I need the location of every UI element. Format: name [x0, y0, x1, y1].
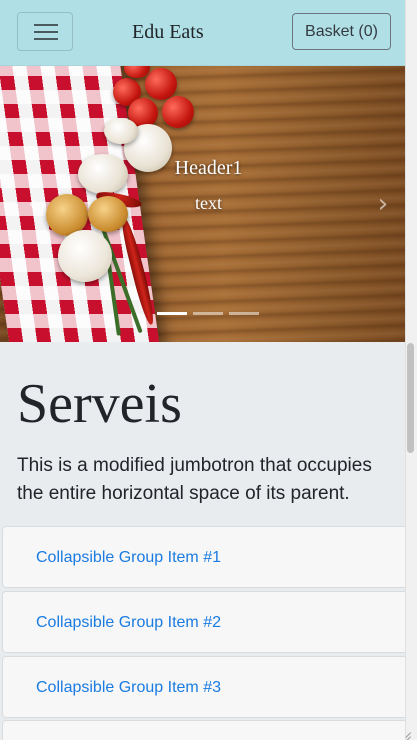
navbar: Edu Eats Basket (0): [0, 0, 405, 66]
accordion-item: Collapsible Group Item #3: [2, 656, 414, 718]
navbar-toggler-button[interactable]: [17, 12, 73, 51]
carousel-indicator[interactable]: [157, 312, 187, 315]
scrollbar-thumb[interactable]: [407, 343, 414, 453]
jumbotron-lead-text: This is a modified jumbotron that occupi…: [17, 455, 372, 504]
accordion-item-link-1[interactable]: Collapsible Group Item #1: [36, 549, 221, 567]
tomato-image: [162, 96, 194, 128]
hero-carousel: Header1 text ‹ ›: [0, 66, 405, 342]
tomato-image: [145, 68, 177, 100]
accordion-item: Collapsible Group Item #1: [2, 526, 414, 588]
mushroom-image: [104, 118, 138, 144]
chevron-right-icon: ›: [377, 189, 389, 219]
carousel-indicators: [157, 312, 262, 316]
brand-link[interactable]: Edu Eats: [132, 21, 204, 44]
accordion-item-link-3[interactable]: Collapsible Group Item #3: [36, 679, 221, 697]
carousel-prev-button[interactable]: ‹: [22, 190, 44, 218]
chevron-left-icon: ‹: [27, 189, 39, 219]
carousel-next-button[interactable]: ›: [372, 190, 394, 218]
basket-button[interactable]: Basket (0): [292, 13, 391, 50]
services-jumbotron: Serveis This is a modified jumbotron tha…: [0, 342, 405, 526]
carousel-indicator[interactable]: [229, 312, 259, 315]
page-title: Serveis: [17, 373, 182, 435]
accordion-item-link-2[interactable]: Collapsible Group Item #2: [36, 614, 221, 632]
hamburger-menu-icon-bar: [34, 31, 58, 33]
resize-grip-icon[interactable]: [400, 726, 412, 740]
carousel-caption-text: text: [195, 193, 222, 213]
hamburger-menu-icon-bar: [34, 38, 58, 40]
garlic-image: [58, 230, 112, 282]
hamburger-menu-icon: [34, 24, 58, 26]
accordion-item: Collapsible Group Item #2: [2, 591, 414, 653]
carousel-caption-title: Header1: [174, 157, 243, 179]
accordion-item: [2, 720, 414, 740]
carousel-indicator[interactable]: [193, 312, 223, 315]
